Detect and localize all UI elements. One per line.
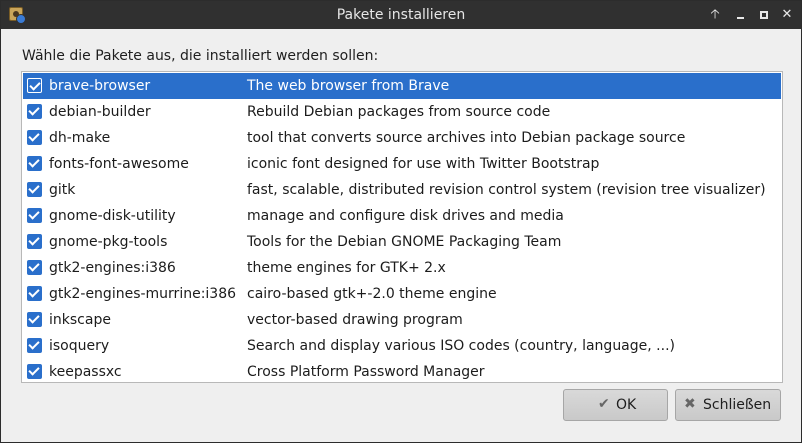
close-icon: ✕ [781,7,793,22]
package-name: gtk2-engines-murrine:i386 [49,286,237,302]
close-button-label: Schließen [703,397,772,413]
package-name: gnome-disk-utility [49,208,176,224]
package-description: Search and display various ISO codes (co… [247,338,675,354]
package-description: Tools for the Debian GNOME Packaging Tea… [247,234,562,250]
package-row[interactable]: brave-browser The web browser from Brave [23,73,781,99]
package-description: vector-based drawing program [247,312,463,328]
package-checkbox[interactable] [27,130,42,145]
package-name: dh-make [49,130,111,146]
title-bar[interactable]: Pakete installieren 🡡 ✕ [1,1,801,29]
package-checkbox[interactable] [27,312,42,327]
package-row[interactable]: debian-builder Rebuild Debian packages fr… [23,99,781,125]
package-checkbox[interactable] [27,182,42,197]
close-button[interactable]: ✖ Schließen [675,389,781,421]
package-checkbox[interactable] [27,338,42,353]
minimize-icon [737,17,744,19]
package-name: gitk [49,182,76,198]
minimize-button[interactable] [731,5,751,25]
package-checkbox[interactable] [27,208,42,223]
arrow-up-icon[interactable]: 🡡 [705,5,725,25]
maximize-icon [760,11,768,19]
package-row[interactable]: fonts-font-awesome iconic font designed f… [23,151,781,177]
ok-button[interactable]: ✔ OK [563,389,668,421]
package-description: iconic font designed for use with Twitte… [247,156,600,172]
instruction-label: Wähle die Pakete aus, die installiert we… [22,48,379,64]
package-checkbox[interactable] [27,156,42,171]
package-row[interactable]: isoquery Search and display various ISO c… [23,333,781,359]
package-description: The web browser from Brave [247,78,450,94]
package-description: tool that converts source archives into … [247,130,686,146]
package-checkbox[interactable] [27,286,42,301]
package-description: theme engines for GTK+ 2.x [247,260,446,276]
ok-button-label: OK [616,397,637,413]
window-title: Pakete installieren [336,7,466,23]
package-checkbox[interactable] [27,78,42,93]
package-row[interactable]: gtk2-engines:i386 theme engines for GTK+ … [23,255,781,281]
package-checkbox[interactable] [27,260,42,275]
package-checkbox[interactable] [27,364,42,379]
package-list[interactable]: brave-browser The web browser from Brave d… [21,71,783,383]
package-name: isoquery [49,338,110,354]
dialog-window: Pakete installieren 🡡 ✕ Wähle die Pakete… [0,0,802,443]
package-name: gnome-pkg-tools [49,234,168,250]
package-row[interactable]: gnome-pkg-tools Tools for the Debian GNOM… [23,229,781,255]
package-name: inkscape [49,312,111,328]
x-icon: ✖ [684,396,696,412]
package-description: fast, scalable, distributed revision con… [247,182,766,198]
maximize-button[interactable] [754,5,774,25]
package-name: gtk2-engines:i386 [49,260,176,276]
package-row[interactable]: dh-make tool that converts source archive… [23,125,781,151]
package-checkbox[interactable] [27,104,42,119]
close-window-button[interactable]: ✕ [777,5,797,25]
package-description: Cross Platform Password Manager [247,364,485,380]
package-name: brave-browser [49,78,151,94]
checkmark-icon: ✔ [598,396,610,412]
package-row[interactable]: inkscape vector-based drawing program [23,307,781,333]
package-name: fonts-font-awesome [49,156,189,172]
package-row[interactable]: gitk fast, scalable, distributed revision… [23,177,781,203]
package-row[interactable]: keepassxc Cross Platform Password Manager [23,359,781,382]
package-description: Rebuild Debian packages from source code [247,104,551,120]
package-row[interactable]: gtk2-engines-murrine:i386 cairo-based gtk… [23,281,781,307]
package-description: cairo-based gtk+-2.0 theme engine [247,286,497,302]
package-name: debian-builder [49,104,151,120]
package-name: keepassxc [49,364,122,380]
package-row[interactable]: gnome-disk-utility manage and configure d… [23,203,781,229]
package-checkbox[interactable] [27,234,42,249]
package-description: manage and configure disk drives and med… [247,208,564,224]
